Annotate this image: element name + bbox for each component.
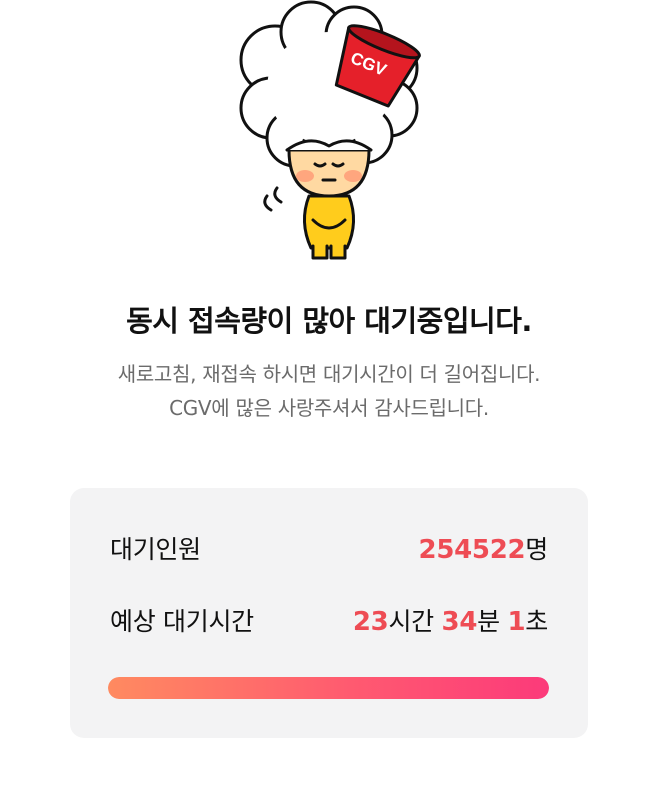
queue-page: CGV 동시 접속량이 많아 대기중입니다. 새로고침, 재접속 하시면 대기시… <box>0 0 658 795</box>
queue-progress-bar <box>108 677 549 699</box>
estimated-wait-row: 예상 대기시간 23시간 34분 1초 <box>110 602 548 638</box>
wait-seconds: 1 <box>507 607 526 637</box>
queue-progress-fill <box>108 677 549 699</box>
waiting-count-label: 대기인원 <box>110 535 201 564</box>
waiting-count-row: 대기인원 254522명 <box>110 530 548 566</box>
cgv-bucket-mascot-icon: CGV <box>239 0 421 260</box>
notice-line-1: 새로고침, 재접속 하시면 대기시간이 더 길어집니다. <box>117 362 541 386</box>
estimated-wait-value: 23시간 34분 1초 <box>353 602 548 638</box>
waiting-count-value: 254522명 <box>418 530 549 566</box>
wait-hours: 23 <box>352 607 389 637</box>
estimated-wait-label: 예상 대기시간 <box>110 607 254 636</box>
notice-text: 새로고침, 재접속 하시면 대기시간이 더 길어집니다. CGV에 많은 사랑주… <box>0 357 658 425</box>
wait-seconds-unit: 초 <box>525 607 548 636</box>
waiting-count-unit: 명 <box>525 535 548 564</box>
waiting-count-number: 254522 <box>418 535 526 565</box>
wait-minutes-unit: 분 <box>477 607 500 636</box>
notice-line-2: CGV에 많은 사랑주셔서 감사드립니다. <box>169 396 489 420</box>
wait-minutes: 34 <box>441 607 478 637</box>
wait-hours-unit: 시간 <box>388 607 434 636</box>
page-title: 동시 접속량이 많아 대기중입니다. <box>126 304 532 338</box>
